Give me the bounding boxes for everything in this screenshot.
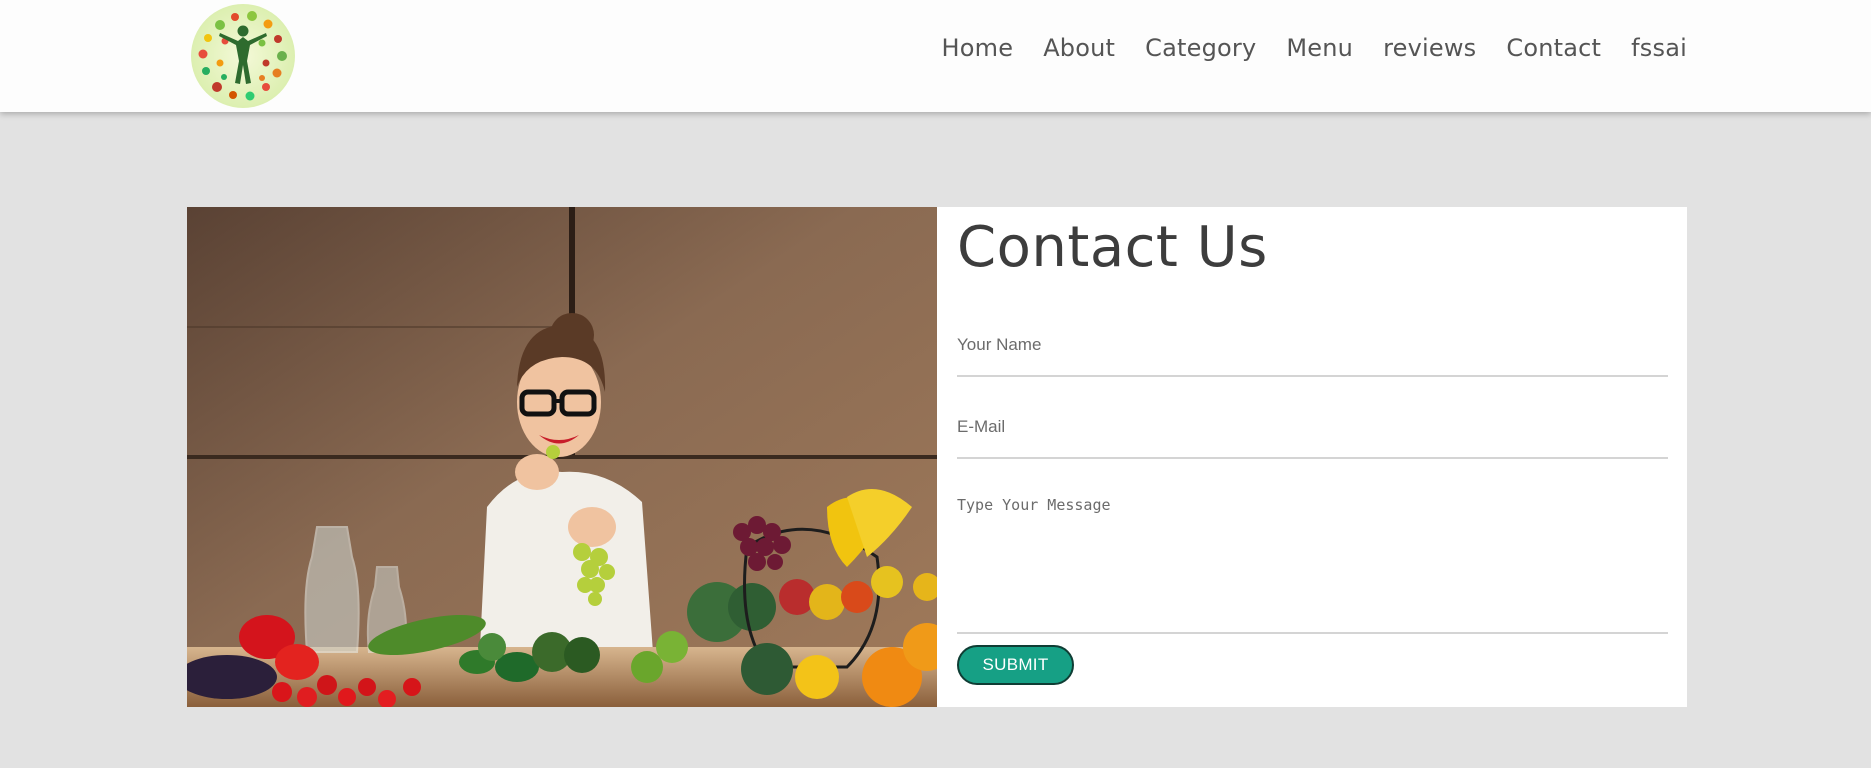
nav-about[interactable]: About — [1043, 34, 1115, 62]
name-field[interactable] — [957, 315, 1668, 377]
contact-card: Contact Us SUBMIT — [187, 207, 1687, 707]
main-nav: Home About Category Menu reviews Contact… — [942, 34, 1688, 62]
page-title: Contact Us — [957, 215, 1268, 280]
contact-form: Contact Us SUBMIT — [937, 207, 1687, 707]
hero-image — [187, 207, 937, 707]
email-field[interactable] — [957, 397, 1668, 459]
nav-contact[interactable]: Contact — [1506, 34, 1601, 62]
site-header: Home About Category Menu reviews Contact… — [0, 0, 1871, 112]
logo-icon — [191, 4, 295, 108]
message-field[interactable] — [957, 487, 1668, 634]
nav-fssai[interactable]: fssai — [1631, 34, 1687, 62]
submit-button[interactable]: SUBMIT — [957, 645, 1074, 685]
site-logo[interactable] — [190, 3, 296, 109]
woman-with-fruits-photo — [187, 207, 937, 707]
nav-reviews[interactable]: reviews — [1383, 34, 1476, 62]
nav-menu[interactable]: Menu — [1286, 34, 1353, 62]
nav-home[interactable]: Home — [942, 34, 1014, 62]
nav-category[interactable]: Category — [1145, 34, 1256, 62]
